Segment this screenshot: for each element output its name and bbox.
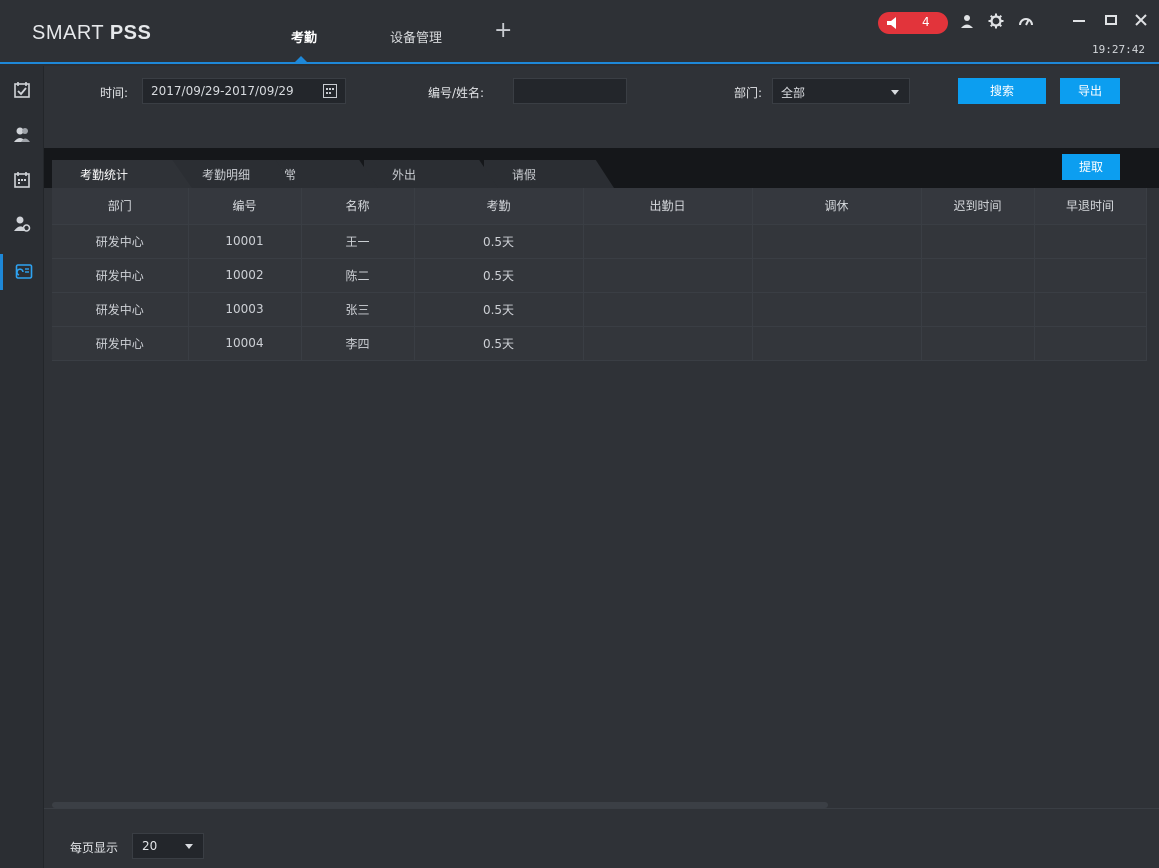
calendar-picker-icon[interactable] <box>323 84 337 98</box>
sidebar-item-attendance-report[interactable] <box>0 254 44 290</box>
tab-attendance-statistics[interactable]: 考勤统计 <box>52 160 192 188</box>
table-cell: 研发中心 <box>52 326 189 361</box>
table-cell: 10001 <box>188 224 302 259</box>
table-row[interactable]: 研发中心 10002 陈二 0.5天 <box>52 258 1147 293</box>
time-label: 时间: <box>100 86 129 100</box>
person-settings-icon <box>14 216 31 232</box>
search-button[interactable]: 搜索 <box>958 78 1046 104</box>
column-header[interactable]: 早退时间 <box>1034 188 1147 225</box>
table-cell <box>752 224 922 259</box>
table-cell: 研发中心 <box>52 292 189 327</box>
calendar-check-icon <box>14 82 30 98</box>
table-cell <box>921 292 1035 327</box>
table-cell: 10003 <box>188 292 302 327</box>
per-page-label: 每页显示 <box>70 841 119 855</box>
column-header[interactable]: 名称 <box>301 188 415 225</box>
table-row[interactable]: 研发中心 10004 李四 0.5天 <box>52 326 1147 361</box>
id-name-label: 编号/姓名: <box>428 86 485 100</box>
id-name-input[interactable] <box>513 78 627 104</box>
table-cell: 陈二 <box>301 258 415 293</box>
title-bar: SMART PSS 考勤 设备管理 + 4 19:27:42 <box>0 0 1159 64</box>
table-cell: 0.5天 <box>414 224 584 259</box>
clock: 19:27:42 <box>1092 43 1145 56</box>
column-header[interactable]: 编号 <box>188 188 302 225</box>
filter-bar: 时间: 2017/09/29-2017/09/29 编号/姓名: 部门: 全部 … <box>44 66 1159 148</box>
user-icon[interactable] <box>958 13 976 31</box>
table-cell <box>921 224 1035 259</box>
table-cell <box>583 326 753 361</box>
sidebar-item-attendance-check[interactable] <box>0 72 44 108</box>
chevron-down-icon <box>891 90 899 95</box>
column-header[interactable]: 部门 <box>52 188 189 225</box>
calendar-icon <box>14 172 30 188</box>
table-cell <box>752 292 922 327</box>
table-cell: 研发中心 <box>52 224 189 259</box>
table-cell <box>1034 224 1147 259</box>
table-cell <box>583 292 753 327</box>
extract-button[interactable]: 提取 <box>1062 154 1120 180</box>
attendance-report-icon <box>15 264 32 279</box>
table-cell <box>752 326 922 361</box>
table-cell: 0.5天 <box>414 258 584 293</box>
column-header[interactable]: 迟到时间 <box>921 188 1035 225</box>
table-cell <box>921 326 1035 361</box>
active-tab-indicator <box>295 56 307 62</box>
table-row[interactable]: 研发中心 10003 张三 0.5天 <box>52 292 1147 327</box>
table-cell: 10004 <box>188 326 302 361</box>
performance-gauge-icon[interactable] <box>1017 13 1035 31</box>
table-cell <box>1034 326 1147 361</box>
table-cell: 0.5天 <box>414 326 584 361</box>
table-cell: 10002 <box>188 258 302 293</box>
chevron-down-icon <box>185 844 193 849</box>
date-range-value: 2017/09/29-2017/09/29 <box>151 84 294 98</box>
table-cell: 0.5天 <box>414 292 584 327</box>
column-header[interactable]: 出勤日 <box>583 188 753 225</box>
sidebar-item-person-settings[interactable] <box>0 206 44 242</box>
main-panel: 时间: 2017/09/29-2017/09/29 编号/姓名: 部门: 全部 … <box>44 66 1159 868</box>
table-cell <box>752 258 922 293</box>
nav-tab-attendance[interactable]: 考勤 <box>291 27 317 46</box>
speaker-icon <box>887 17 896 29</box>
sidebar-item-personnel[interactable] <box>0 116 44 152</box>
table-cell <box>1034 292 1147 327</box>
table-cell: 研发中心 <box>52 258 189 293</box>
minimize-icon[interactable] <box>1069 12 1089 32</box>
settings-gear-icon[interactable] <box>987 13 1005 31</box>
alarm-badge[interactable]: 4 <box>878 12 948 34</box>
sidebar-item-schedule[interactable] <box>0 162 44 198</box>
page-size-select[interactable]: 20 <box>132 833 204 859</box>
table-cell <box>1034 258 1147 293</box>
department-select[interactable]: 全部 <box>772 78 910 104</box>
page-size-value: 20 <box>142 839 158 853</box>
app-brand: SMART PSS <box>32 22 152 44</box>
department-label: 部门: <box>734 86 763 100</box>
table-cell: 王一 <box>301 224 415 259</box>
table-cell: 张三 <box>301 292 415 327</box>
table-cell: 李四 <box>301 326 415 361</box>
export-button[interactable]: 导出 <box>1060 78 1120 104</box>
table-header-row: 部门 编号 名称 考勤 出勤日 调休 迟到时间 早退时间 <box>52 188 1147 225</box>
date-range-input[interactable]: 2017/09/29-2017/09/29 <box>142 78 346 104</box>
nav-tab-device-management[interactable]: 设备管理 <box>390 27 442 46</box>
column-header[interactable]: 考勤 <box>414 188 584 225</box>
close-icon[interactable] <box>1131 12 1151 32</box>
users-icon <box>14 127 30 142</box>
column-header[interactable]: 调休 <box>752 188 922 225</box>
table-row[interactable]: 研发中心 10001 王一 0.5天 <box>52 224 1147 259</box>
table-cell <box>583 224 753 259</box>
tab-leave[interactable]: 请假 <box>484 160 614 188</box>
sidebar <box>0 66 44 868</box>
department-value: 全部 <box>781 86 806 100</box>
table-cell <box>583 258 753 293</box>
maximize-icon[interactable] <box>1101 12 1121 32</box>
tab-outing[interactable]: 外出 <box>364 160 498 188</box>
alarm-count: 4 <box>922 15 930 29</box>
pagination-footer: 每页显示 20 <box>44 808 1159 868</box>
table-cell <box>921 258 1035 293</box>
report-tabs: 请假 外出 异常 加班 考勤明细 考勤统计 <box>44 148 1159 188</box>
add-tab-button[interactable]: + <box>494 20 512 42</box>
attendance-table: 部门 编号 名称 考勤 出勤日 调休 迟到时间 早退时间 研发中心 10001 … <box>52 188 1147 808</box>
